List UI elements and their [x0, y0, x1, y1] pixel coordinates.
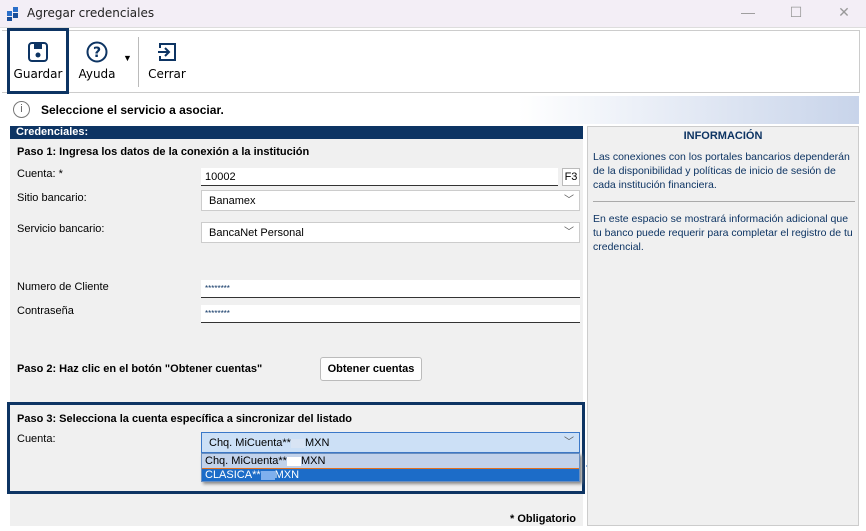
maximize-button[interactable]: ☐	[786, 4, 806, 22]
service-select[interactable]: BancaNet Personal ﹀	[201, 222, 580, 243]
account-lookup-button[interactable]: F3	[562, 168, 580, 186]
site-label: Sitio bancario:	[17, 192, 87, 204]
step1-label: Paso 1: Ingresa los datos de la conexión…	[17, 146, 310, 158]
separator	[138, 37, 139, 87]
section-header: Credenciales:	[10, 126, 583, 139]
password-label: Contraseña	[17, 305, 74, 317]
dropdown-option-selected[interactable]: CLASICA** MXN	[202, 468, 579, 481]
info-bar: i Seleccione el servicio a asociar.	[7, 96, 859, 124]
chevron-down-icon: ﹀	[564, 437, 574, 448]
help-label: Ayuda	[78, 67, 116, 81]
account-input[interactable]: 10002	[201, 168, 558, 186]
close-label: Cerrar	[148, 67, 186, 81]
info-icon: i	[13, 101, 30, 118]
masked-digits	[260, 470, 275, 480]
help-dropdown-arrow-icon[interactable]: ▼	[123, 53, 132, 63]
sidebar-title: INFORMACIÓN	[683, 130, 763, 142]
toolbar: Guardar ? Ayuda ▼ Cerrar	[2, 30, 860, 93]
option-suffix: MXN	[300, 455, 326, 467]
dropdown-option[interactable]: Chq. MiCuenta** MXN	[202, 454, 579, 468]
exit-icon	[158, 43, 176, 61]
cuenta-value-prefix: Chq. MiCuenta**	[209, 437, 291, 449]
close-button[interactable]: Cerrar	[144, 31, 190, 92]
option-suffix: MXN	[274, 469, 300, 481]
save-highlight	[7, 28, 69, 94]
cuenta-select[interactable]: Chq. MiCuenta** MXN ﹀	[201, 432, 580, 453]
cuenta-dropdown-list: Chq. MiCuenta** MXN CLASICA** MXN	[201, 453, 580, 482]
client-input[interactable]: ********	[201, 280, 580, 298]
chevron-down-icon: ﹀	[564, 227, 574, 238]
step3-label: Paso 3: Selecciona la cuenta específica …	[17, 413, 353, 425]
get-accounts-button[interactable]: Obtener cuentas	[320, 357, 422, 381]
sidebar-paragraph: En este espacio se mostrará información …	[593, 213, 853, 253]
service-label: Servicio bancario:	[17, 223, 105, 235]
sidebar-paragraph: Las conexiones con los portales bancario…	[593, 151, 850, 191]
site-select[interactable]: Banamex ﹀	[201, 190, 580, 211]
cuenta-label: Cuenta:	[17, 433, 56, 445]
help-icon: ?	[86, 41, 108, 63]
required-note: * Obligatorio	[510, 513, 576, 525]
site-value: Banamex	[209, 195, 256, 207]
option-prefix: CLASICA**	[205, 469, 261, 481]
account-label: Cuenta: *	[17, 168, 63, 180]
help-button[interactable]: ? Ayuda	[74, 31, 120, 92]
divider	[593, 201, 855, 202]
cuenta-value-suffix: MXN	[304, 437, 330, 449]
minimize-button[interactable]: —	[738, 4, 758, 22]
masked-digits	[286, 456, 301, 466]
app-icon	[7, 7, 18, 21]
masked-digits	[290, 438, 305, 448]
option-prefix: Chq. MiCuenta**	[205, 455, 287, 467]
client-label: Numero de Cliente	[17, 281, 109, 293]
window-title: Agregar credenciales	[27, 6, 155, 20]
title-bar: Agregar credenciales — ☐ ✕	[0, 0, 866, 28]
credentials-panel: Credenciales: Paso 1: Ingresa los datos …	[7, 126, 585, 526]
svg-text:?: ?	[93, 45, 101, 61]
step2-label: Paso 2: Haz clic en el botón "Obtener cu…	[17, 363, 263, 375]
info-message: Seleccione el servicio a asociar.	[41, 103, 224, 117]
service-value: BancaNet Personal	[209, 227, 304, 239]
chevron-down-icon: ﹀	[564, 195, 574, 206]
close-window-button[interactable]: ✕	[834, 4, 854, 22]
info-sidebar: INFORMACIÓN Las conexiones con los porta…	[587, 126, 859, 526]
password-input[interactable]: ********	[201, 305, 580, 323]
